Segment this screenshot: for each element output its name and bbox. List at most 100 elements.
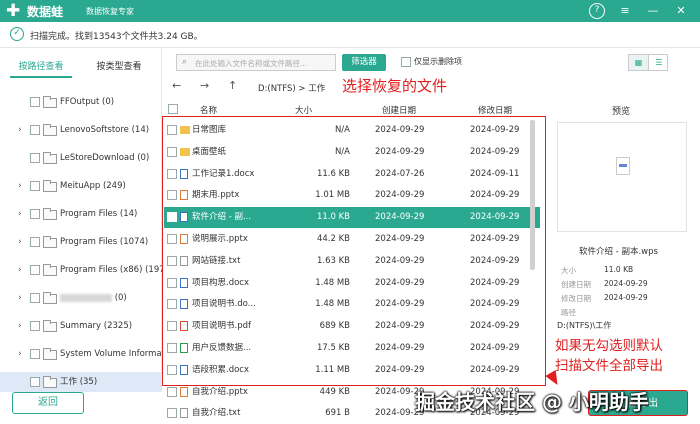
file-row[interactable]: 网站链接.txt 1.63 KB 2024-09-29 2024-09-29	[164, 251, 540, 272]
tab-by-path[interactable]: 按路径查看	[10, 56, 72, 78]
txt-file-icon	[180, 255, 188, 266]
back-arrow-icon[interactable]: ←	[172, 79, 181, 92]
app-name: 数据蛙	[27, 5, 64, 19]
file-modified: 2024-09-29	[470, 321, 520, 332]
column-modified[interactable]: 修改日期	[478, 104, 512, 116]
docx-file-icon	[180, 299, 188, 310]
docx-file-icon	[180, 364, 188, 375]
tree-checkbox[interactable]	[30, 181, 40, 191]
file-size: 11.0 KB	[316, 212, 350, 223]
preview-created: 创建日期 2024-09-29	[561, 279, 648, 290]
file-row[interactable]: 日常图库 N/A 2024-09-29 2024-09-29	[164, 120, 540, 141]
only-deleted-toggle[interactable]: 仅显示删除项	[401, 56, 462, 67]
tree-checkbox[interactable]	[30, 321, 40, 331]
file-checkbox[interactable]	[167, 321, 177, 332]
back-button[interactable]: 返回	[12, 392, 84, 414]
chevron-right-icon[interactable]: ›	[18, 120, 22, 140]
file-checkbox[interactable]	[167, 212, 177, 223]
tree-checkbox[interactable]	[30, 265, 40, 275]
tree-checkbox[interactable]	[30, 125, 40, 135]
tree-item[interactable]: › Program Files (1074)	[0, 232, 162, 252]
tree-item[interactable]: › Summary (2325)	[0, 316, 162, 336]
only-deleted-checkbox[interactable]	[401, 57, 411, 67]
close-icon[interactable]: ✕	[673, 3, 689, 19]
file-row[interactable]: 桌面壁纸 N/A 2024-09-29 2024-09-29	[164, 142, 540, 163]
tree-checkbox[interactable]	[30, 237, 40, 247]
file-checkbox[interactable]	[167, 190, 177, 201]
filter-button[interactable]: 筛选器	[342, 54, 386, 71]
folder-icon	[43, 124, 57, 136]
chevron-right-icon[interactable]: ›	[18, 204, 22, 224]
tree-item-label: 工作 (35)	[60, 377, 98, 387]
select-all-checkbox[interactable]	[168, 104, 178, 114]
up-arrow-icon[interactable]: ↑	[228, 79, 237, 92]
file-row[interactable]: 项目说明书.do... 1.48 MB 2024-09-29 2024-09-29	[164, 294, 540, 315]
forward-arrow-icon[interactable]: →	[200, 79, 209, 92]
chevron-right-icon[interactable]: ›	[18, 288, 22, 308]
tree-item[interactable]: FFOutput (0)	[0, 92, 162, 112]
tree-item-label: Program Files (x86) (1976	[60, 265, 162, 275]
file-row[interactable]: 软件介绍 - 副... 11.0 KB 2024-09-29 2024-09-29	[164, 207, 540, 229]
file-checkbox[interactable]	[167, 255, 177, 266]
chevron-right-icon[interactable]: ›	[18, 316, 22, 336]
tree-checkbox[interactable]	[30, 349, 40, 359]
file-checkbox[interactable]	[167, 364, 177, 375]
file-size: 689 KB	[319, 321, 350, 332]
tree-checkbox[interactable]	[30, 209, 40, 219]
tree-item[interactable]: › LenovoSoftstore (14)	[0, 120, 162, 140]
file-checkbox[interactable]	[167, 277, 177, 288]
file-checkbox[interactable]	[167, 168, 177, 179]
file-modified: 2024-09-29	[470, 343, 520, 353]
tree-checkbox[interactable]	[30, 153, 40, 163]
column-name[interactable]: 名称	[200, 104, 217, 116]
tree-item-label: (0)	[60, 288, 127, 308]
column-size[interactable]: 大小	[295, 104, 312, 116]
folder-icon	[43, 292, 57, 304]
file-row[interactable]: 说明展示.pptx 44.2 KB 2024-09-29 2024-09-29	[164, 229, 540, 250]
help-icon[interactable]: ?	[589, 3, 605, 19]
file-list-scrollbar[interactable]	[530, 120, 535, 270]
minimize-icon[interactable]: —	[645, 3, 661, 19]
tree-item-label: Summary (2325)	[60, 321, 133, 331]
file-checkbox[interactable]	[167, 343, 177, 353]
tab-by-type[interactable]: 按类型查看	[88, 56, 150, 78]
tree-checkbox[interactable]	[30, 377, 40, 387]
chevron-right-icon[interactable]: ›	[18, 260, 22, 280]
chevron-right-icon[interactable]: ›	[18, 232, 22, 252]
column-created[interactable]: 创建日期	[382, 104, 416, 116]
tree-item[interactable]: LeStoreDownload (0)	[0, 148, 162, 168]
left-panel: 按路径查看 按类型查看 FFOutput (0) › LenovoSoftstore…	[0, 48, 162, 392]
file-modified: 2024-09-29	[470, 364, 520, 375]
tree-checkbox[interactable]	[30, 97, 40, 107]
file-checkbox[interactable]	[167, 234, 177, 244]
file-row[interactable]: 项目说明书.pdf 689 KB 2024-09-29 2024-09-29	[164, 316, 540, 337]
tree-item[interactable]: › MeituApp (249)	[0, 176, 162, 196]
search-input[interactable]: ⌕ 在此处输入文件名称或文件路径...	[176, 54, 336, 71]
file-row[interactable]: 语段积累.docx 1.11 MB 2024-09-29 2024-09-29	[164, 360, 540, 381]
file-row[interactable]: 工作记录1.docx 11.6 KB 2024-07-26 2024-09-11	[164, 164, 540, 185]
file-row[interactable]: 项目构思.docx 1.48 MB 2024-09-29 2024-09-29	[164, 273, 540, 294]
file-checkbox[interactable]	[167, 125, 177, 135]
tree-item[interactable]: › System Volume Informati	[0, 344, 162, 364]
file-modified: 2024-09-29	[470, 146, 520, 157]
file-created: 2024-09-29	[375, 212, 425, 223]
file-checkbox[interactable]	[167, 299, 177, 310]
tree-item[interactable]: 工作 (35)	[0, 372, 162, 392]
file-name: 自我介绍.txt	[192, 408, 241, 419]
tree-checkbox[interactable]	[30, 293, 40, 303]
grid-view-icon[interactable]: ▦	[629, 55, 649, 70]
file-row[interactable]: 用户反馈数据... 17.5 KB 2024-09-29 2024-09-29	[164, 338, 540, 359]
tree-item[interactable]: › Program Files (x86) (1976	[0, 260, 162, 280]
file-checkbox[interactable]	[167, 386, 177, 397]
list-view-icon[interactable]: ☰	[649, 55, 669, 70]
chevron-right-icon[interactable]: ›	[18, 344, 22, 364]
file-checkbox[interactable]	[167, 408, 177, 419]
scan-status-text: 扫描完成。找到13543个文件共3.24 GB。	[30, 32, 203, 42]
chevron-right-icon[interactable]: ›	[18, 176, 22, 196]
tree-item[interactable]: › (0)	[0, 288, 162, 308]
file-row[interactable]: 期末用.pptx 1.01 MB 2024-09-29 2024-09-29	[164, 185, 540, 206]
file-checkbox[interactable]	[167, 146, 177, 157]
tree-item[interactable]: › Program Files (14)	[0, 204, 162, 224]
folder-file-icon	[180, 126, 190, 134]
menu-icon[interactable]: ≡	[617, 3, 633, 19]
